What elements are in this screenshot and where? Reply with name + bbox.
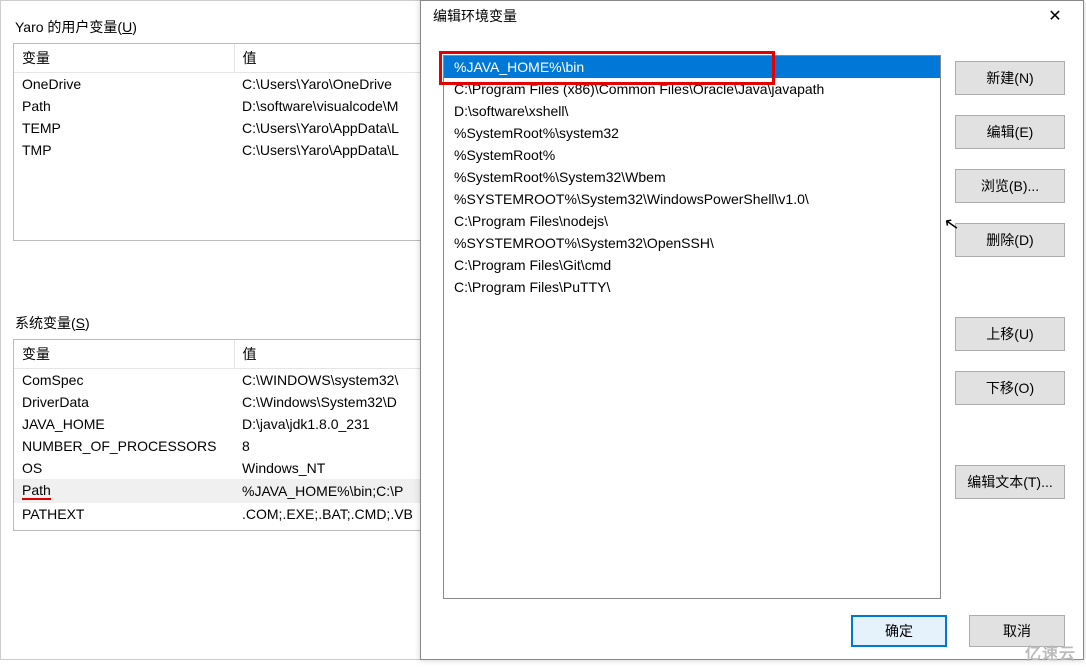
accelerator: S: [76, 315, 85, 331]
var-name: DriverData: [14, 391, 234, 413]
label-text: ): [85, 315, 90, 331]
var-name: TEMP: [14, 117, 234, 139]
var-name: ComSpec: [14, 369, 234, 392]
edit-env-var-dialog: 编辑环境变量 ✕ %JAVA_HOME%\binC:\Program Files…: [420, 0, 1084, 660]
var-name: OS: [14, 457, 234, 479]
list-item[interactable]: %JAVA_HOME%\bin: [444, 56, 940, 78]
list-item[interactable]: %SystemRoot%\system32: [444, 122, 940, 144]
side-buttons: 新建(N) 编辑(E) 浏览(B)... 删除(D) 上移(U) 下移(O) 编…: [955, 61, 1065, 499]
list-item[interactable]: %SystemRoot%\System32\Wbem: [444, 166, 940, 188]
var-name: NUMBER_OF_PROCESSORS: [14, 435, 234, 457]
label-text: Yaro 的用户变量(: [15, 19, 122, 35]
move-down-button[interactable]: 下移(O): [955, 371, 1065, 405]
close-icon[interactable]: ✕: [1035, 6, 1075, 26]
list-item[interactable]: C:\Program Files\PuTTY\: [444, 276, 940, 298]
list-item[interactable]: D:\software\xshell\: [444, 100, 940, 122]
edit-button[interactable]: 编辑(E): [955, 115, 1065, 149]
list-item[interactable]: %SystemRoot%: [444, 144, 940, 166]
var-name: JAVA_HOME: [14, 413, 234, 435]
move-up-button[interactable]: 上移(U): [955, 317, 1065, 351]
label-text: 系统变量(: [15, 315, 76, 331]
list-item[interactable]: C:\Program Files (x86)\Common Files\Orac…: [444, 78, 940, 100]
ok-button[interactable]: 确定: [851, 615, 947, 647]
browse-button[interactable]: 浏览(B)...: [955, 169, 1065, 203]
list-item[interactable]: C:\Program Files\nodejs\: [444, 210, 940, 232]
path-entries-listbox[interactable]: %JAVA_HOME%\binC:\Program Files (x86)\Co…: [443, 55, 941, 599]
label-text: ): [132, 19, 137, 35]
edit-text-button[interactable]: 编辑文本(T)...: [955, 465, 1065, 499]
list-item[interactable]: %SYSTEMROOT%\System32\OpenSSH\: [444, 232, 940, 254]
var-name: Path: [14, 95, 234, 117]
titlebar: 编辑环境变量 ✕: [421, 1, 1083, 31]
new-button[interactable]: 新建(N): [955, 61, 1065, 95]
var-name: Path: [14, 479, 234, 503]
var-name: OneDrive: [14, 73, 234, 96]
list-item[interactable]: %SYSTEMROOT%\System32\WindowsPowerShell\…: [444, 188, 940, 210]
col-header-var[interactable]: 变量: [14, 44, 234, 73]
accelerator: U: [122, 19, 132, 35]
col-header-var[interactable]: 变量: [14, 340, 234, 369]
list-item[interactable]: C:\Program Files\Git\cmd: [444, 254, 940, 276]
watermark: 亿速云: [1025, 640, 1076, 664]
var-name: PATHEXT: [14, 503, 234, 525]
dialog-title: 编辑环境变量: [433, 6, 517, 26]
var-name: TMP: [14, 139, 234, 161]
delete-button[interactable]: 删除(D): [955, 223, 1065, 257]
